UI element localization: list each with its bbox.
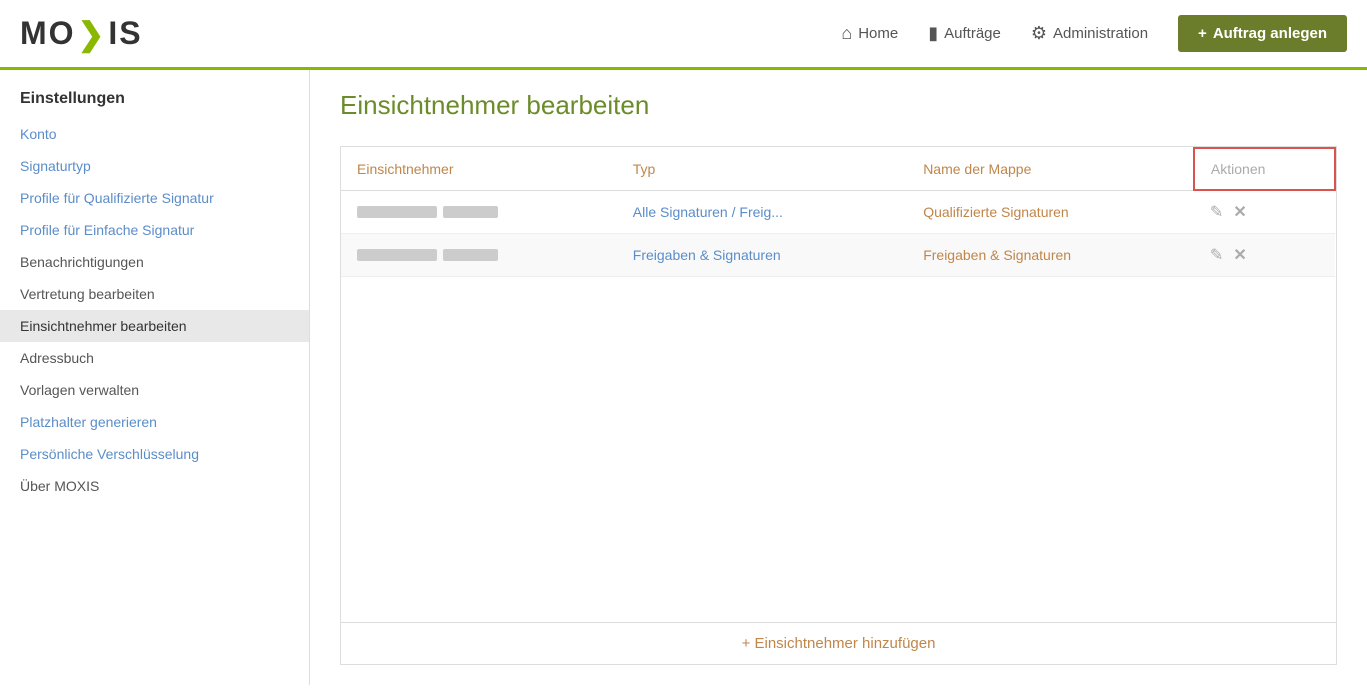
home-icon: ⌂ (841, 23, 852, 44)
cell-mappe-1: Qualifizierte Signaturen (907, 190, 1194, 234)
logo: MO❯IS (20, 15, 143, 53)
sidebar-item-adressbuch[interactable]: Adressbuch (0, 342, 309, 374)
add-row: + Einsichtnehmer hinzufügen (341, 622, 1336, 664)
sidebar-item-signaturtyp[interactable]: Signaturtyp (0, 150, 309, 182)
cell-actions-2: ✎ ✕ (1194, 234, 1335, 277)
layout: Einstellungen Konto Signaturtyp Profile … (0, 70, 1367, 685)
sidebar-item-einsichtnehmer[interactable]: Einsichtnehmer bearbeiten (0, 310, 309, 342)
edit-icon-2[interactable]: ✎ (1210, 245, 1223, 265)
header: MO❯IS ⌂ Home ▮ Aufträge ⚙ Administration… (0, 0, 1367, 70)
blurred-name-1a (357, 206, 437, 218)
table-row: Freigaben & Signaturen Freigaben & Signa… (341, 234, 1335, 277)
actions-cell-2: ✎ ✕ (1210, 245, 1319, 265)
table-row: Alle Signaturen / Freig... Qualifizierte… (341, 190, 1335, 234)
edit-icon-1[interactable]: ✎ (1210, 202, 1223, 222)
col-einsichtnehmer: Einsichtnehmer (341, 148, 617, 190)
gear-icon: ⚙ (1031, 23, 1047, 44)
create-order-button[interactable]: + Auftrag anlegen (1178, 15, 1347, 52)
nav-home-label: Home (858, 25, 898, 42)
sidebar-item-verschluesselung[interactable]: Persönliche Verschlüsselung (0, 438, 309, 470)
delete-icon-2[interactable]: ✕ (1233, 245, 1246, 265)
sidebar-item-ueber[interactable]: Über MOXIS (0, 470, 309, 502)
table-body: Alle Signaturen / Freig... Qualifizierte… (341, 190, 1335, 277)
sidebar-item-profile-einfach[interactable]: Profile für Einfache Signatur (0, 214, 309, 246)
cell-actions-1: ✎ ✕ (1194, 190, 1335, 234)
table-header: Einsichtnehmer Typ Name der Mappe Aktion… (341, 148, 1335, 190)
folder-icon: ▮ (928, 23, 938, 44)
create-order-label: Auftrag anlegen (1213, 25, 1327, 42)
blurred-name-2b (443, 249, 498, 261)
table-container: Einsichtnehmer Typ Name der Mappe Aktion… (340, 146, 1337, 665)
nav: ⌂ Home ▮ Aufträge ⚙ Administration + Auf… (841, 15, 1347, 52)
cell-einsichtnehmer-1 (341, 190, 617, 234)
col-mappe: Name der Mappe (907, 148, 1194, 190)
col-typ: Typ (617, 148, 907, 190)
cell-einsichtnehmer-2 (341, 234, 617, 277)
cell-typ-1[interactable]: Alle Signaturen / Freig... (617, 190, 907, 234)
sidebar-title: Einstellungen (0, 90, 309, 118)
actions-cell-1: ✎ ✕ (1210, 202, 1319, 222)
blurred-name-2a (357, 249, 437, 261)
page-title: Einsichtnehmer bearbeiten (340, 90, 1337, 121)
nav-admin-label: Administration (1053, 25, 1148, 42)
nav-orders[interactable]: ▮ Aufträge (928, 23, 1001, 44)
nav-orders-label: Aufträge (944, 25, 1001, 42)
add-einsichtnehmer-button[interactable]: + Einsichtnehmer hinzufügen (742, 635, 936, 652)
sidebar: Einstellungen Konto Signaturtyp Profile … (0, 70, 310, 685)
sidebar-item-benachrichtigungen[interactable]: Benachrichtigungen (0, 246, 309, 278)
sidebar-item-platzhalter[interactable]: Platzhalter generieren (0, 406, 309, 438)
einsichtnehmer-table: Einsichtnehmer Typ Name der Mappe Aktion… (341, 147, 1336, 277)
plus-icon: + (1198, 25, 1207, 42)
col-aktionen: Aktionen (1194, 148, 1335, 190)
sidebar-item-vertretung[interactable]: Vertretung bearbeiten (0, 278, 309, 310)
nav-home[interactable]: ⌂ Home (841, 23, 898, 44)
cell-mappe-2: Freigaben & Signaturen (907, 234, 1194, 277)
sidebar-item-vorlagen[interactable]: Vorlagen verwalten (0, 374, 309, 406)
sidebar-item-profile-qual[interactable]: Profile für Qualifizierte Signatur (0, 182, 309, 214)
main-content: Einsichtnehmer bearbeiten Einsichtnehmer… (310, 70, 1367, 685)
nav-admin[interactable]: ⚙ Administration (1031, 23, 1148, 44)
delete-icon-1[interactable]: ✕ (1233, 202, 1246, 222)
blurred-name-1b (443, 206, 498, 218)
cell-typ-2[interactable]: Freigaben & Signaturen (617, 234, 907, 277)
sidebar-item-konto[interactable]: Konto (0, 118, 309, 150)
logo-arrow: ❯ (78, 15, 107, 53)
